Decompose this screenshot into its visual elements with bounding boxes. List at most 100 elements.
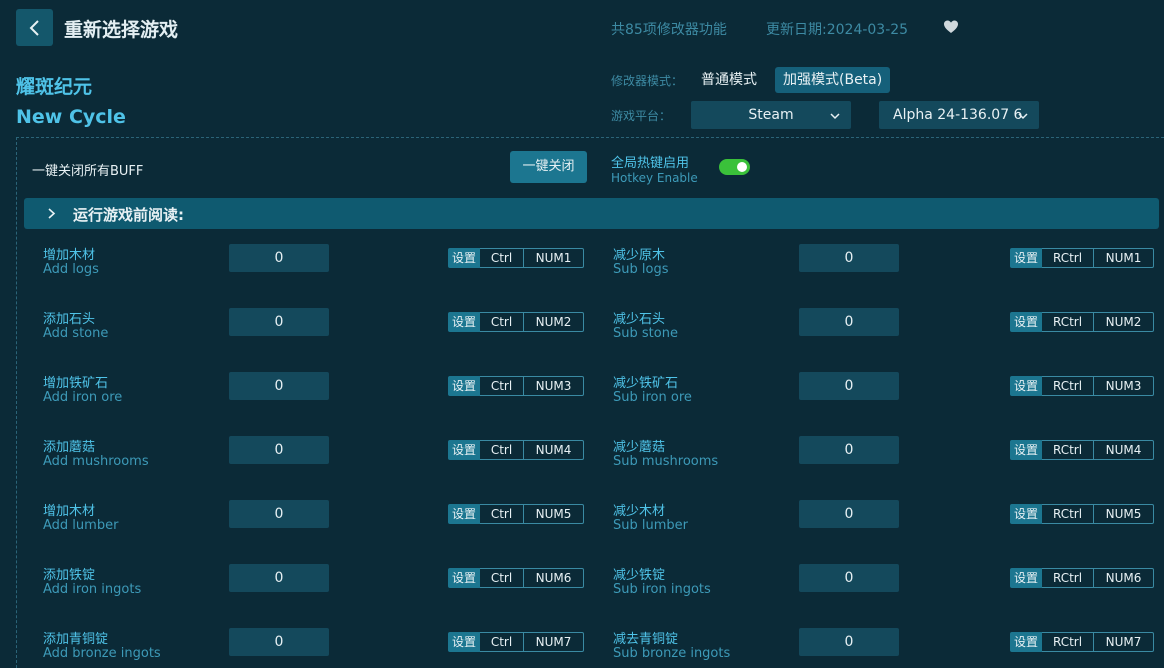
cheat-name-cn: 添加青铜锭 — [43, 632, 109, 647]
hotkey-set-button[interactable]: 设置 — [1010, 632, 1043, 652]
hotkey-set-button[interactable]: 设置 — [448, 504, 481, 524]
cheat-value-input[interactable]: 0 — [799, 500, 899, 528]
hotkey-key[interactable]: NUM1 — [1094, 248, 1155, 268]
cheat-value-input[interactable]: 0 — [799, 436, 899, 464]
hotkey-set-button[interactable]: 设置 — [448, 312, 481, 332]
hotkey-modifier[interactable]: RCtrl — [1042, 504, 1095, 524]
hotkey-group: 设置 Ctrl NUM5 — [448, 504, 585, 524]
cheat-value-input[interactable]: 0 — [229, 628, 329, 656]
all-off-label: 一键关闭所有BUFF — [32, 164, 144, 179]
hotkey-key[interactable]: NUM4 — [1094, 440, 1155, 460]
cheat-value-input[interactable]: 0 — [799, 244, 899, 272]
hotkey-set-button[interactable]: 设置 — [1010, 248, 1043, 268]
hotkey-set-button[interactable]: 设置 — [448, 376, 481, 396]
hotkey-set-button[interactable]: 设置 — [448, 568, 481, 588]
hotkey-modifier[interactable]: RCtrl — [1042, 568, 1095, 588]
cheat-name-en: Sub iron ore — [613, 390, 692, 405]
hotkey-modifier[interactable]: Ctrl — [480, 504, 525, 524]
hotkey-key[interactable]: NUM7 — [1094, 632, 1155, 652]
hotkey-key[interactable]: NUM5 — [1094, 504, 1155, 524]
page-title[interactable]: 重新选择游戏 — [64, 15, 178, 42]
hotkey-set-button[interactable]: 设置 — [448, 632, 481, 652]
mode-beta-button[interactable]: 加强模式(Beta) — [775, 67, 891, 93]
hotkey-group: 设置 Ctrl NUM4 — [448, 440, 585, 460]
read-before-title: 运行游戏前阅读: — [73, 206, 184, 224]
hotkey-modifier[interactable]: RCtrl — [1042, 248, 1095, 268]
cheat-row: 增加铁矿石 Add iron ore 0 设置 Ctrl NUM3 减少铁矿石 Sub iro… — [17, 372, 1164, 436]
all-off-button[interactable]: 一键关闭 — [510, 151, 587, 183]
hotkey-key[interactable]: NUM6 — [524, 568, 585, 588]
cheat-value-input[interactable]: 0 — [229, 308, 329, 336]
cheat-name-cn: 添加铁锭 — [43, 568, 96, 583]
hotkey-modifier[interactable]: RCtrl — [1042, 376, 1095, 396]
hotkey-set-button[interactable]: 设置 — [1010, 376, 1043, 396]
cheat-name-en: Add stone — [43, 326, 109, 341]
cheat-item: 添加石头 Add stone 0 设置 Ctrl NUM2 — [17, 308, 591, 372]
cheat-value-input[interactable]: 0 — [799, 628, 899, 656]
hotkey-set-button[interactable]: 设置 — [1010, 504, 1043, 524]
hotkey-set-button[interactable]: 设置 — [1010, 440, 1043, 460]
hotkey-key[interactable]: NUM5 — [524, 504, 585, 524]
hotkey-modifier[interactable]: Ctrl — [480, 312, 525, 332]
cheat-value-input[interactable]: 0 — [229, 372, 329, 400]
cheat-item: 增加木材 Add lumber 0 设置 Ctrl NUM5 — [17, 500, 591, 564]
hotkey-set-button[interactable]: 设置 — [448, 440, 481, 460]
hotkey-modifier[interactable]: Ctrl — [480, 248, 525, 268]
cheat-item: 减少铁矿石 Sub iron ore 0 设置 RCtrl NUM3 — [587, 372, 1161, 436]
read-before-section[interactable]: 运行游戏前阅读: — [24, 198, 1159, 229]
hotkey-key[interactable]: NUM2 — [524, 312, 585, 332]
hotkey-modifier[interactable]: Ctrl — [480, 376, 525, 396]
cheat-name-cn: 减少铁矿石 — [613, 376, 679, 391]
heart-icon[interactable] — [943, 19, 959, 35]
hotkey-modifier[interactable]: Ctrl — [480, 568, 525, 588]
hotkey-key[interactable]: NUM1 — [524, 248, 585, 268]
cheat-name-cn: 减少原木 — [613, 248, 666, 263]
hotkey-key[interactable]: NUM2 — [1094, 312, 1155, 332]
hotkey-key[interactable]: NUM7 — [524, 632, 585, 652]
hotkey-modifier[interactable]: Ctrl — [480, 440, 525, 460]
hotkey-key[interactable]: NUM4 — [524, 440, 585, 460]
cheat-name-cn: 减少蘑菇 — [613, 440, 666, 455]
hotkey-modifier[interactable]: RCtrl — [1042, 632, 1095, 652]
platform-select[interactable]: Steam — [691, 101, 851, 129]
cheat-panel: 一键关闭所有BUFF 一键关闭 全局热键启用 Hotkey Enable 运行游… — [16, 137, 1164, 668]
hotkey-modifier[interactable]: RCtrl — [1042, 312, 1095, 332]
cheat-item: 添加铁锭 Add iron ingots 0 设置 Ctrl NUM6 — [17, 564, 591, 628]
cheat-item: 添加蘑菇 Add mushrooms 0 设置 Ctrl NUM4 — [17, 436, 591, 500]
cheat-row: 增加木材 Add logs 0 设置 Ctrl NUM1 减少原木 Sub logs 0 设置 RC… — [17, 244, 1164, 308]
hotkey-set-button[interactable]: 设置 — [1010, 312, 1043, 332]
platform-label: 游戏平台： — [611, 109, 672, 123]
cheat-name-en: Sub stone — [613, 326, 678, 341]
hotkey-set-button[interactable]: 设置 — [448, 248, 481, 268]
version-select[interactable]: Alpha 24-136.07 6 — [879, 101, 1039, 129]
cheat-value-input[interactable]: 0 — [799, 308, 899, 336]
hotkey-set-button[interactable]: 设置 — [1010, 568, 1043, 588]
hotkey-label-en: Hotkey Enable — [611, 171, 698, 185]
hotkey-modifier[interactable]: Ctrl — [480, 632, 525, 652]
game-name-cn: 耀斑纪元 — [16, 76, 93, 98]
cheat-name-cn: 减去青铜锭 — [613, 632, 679, 647]
back-button[interactable] — [16, 9, 53, 46]
cheat-value-input[interactable]: 0 — [229, 564, 329, 592]
hotkey-toggle[interactable] — [719, 159, 750, 175]
hotkey-key[interactable]: NUM6 — [1094, 568, 1155, 588]
cheat-value-input[interactable]: 0 — [229, 500, 329, 528]
cheat-item: 减少铁锭 Sub iron ingots 0 设置 RCtrl NUM6 — [587, 564, 1161, 628]
cheat-value-input[interactable]: 0 — [799, 564, 899, 592]
cheat-value-input[interactable]: 0 — [229, 436, 329, 464]
cheat-value-input[interactable]: 0 — [229, 244, 329, 272]
hotkey-key[interactable]: NUM3 — [524, 376, 585, 396]
hotkey-group: 设置 Ctrl NUM3 — [448, 376, 585, 396]
cheat-name-en: Sub mushrooms — [613, 454, 719, 469]
mode-normal-button[interactable]: 普通模式 — [693, 67, 765, 93]
hotkey-group: 设置 RCtrl NUM4 — [1010, 440, 1155, 460]
cheat-item: 减少木材 Sub lumber 0 设置 RCtrl NUM5 — [587, 500, 1161, 564]
hotkey-label-cn: 全局热键启用 — [611, 156, 690, 171]
cheat-name-cn: 增加木材 — [43, 504, 96, 519]
cheat-value-input[interactable]: 0 — [799, 372, 899, 400]
hotkey-group: 设置 RCtrl NUM1 — [1010, 248, 1155, 268]
hotkey-modifier[interactable]: RCtrl — [1042, 440, 1095, 460]
hotkey-key[interactable]: NUM3 — [1094, 376, 1155, 396]
cheat-name-en: Sub bronze ingots — [613, 646, 731, 661]
cheat-name-en: Sub lumber — [613, 518, 688, 533]
